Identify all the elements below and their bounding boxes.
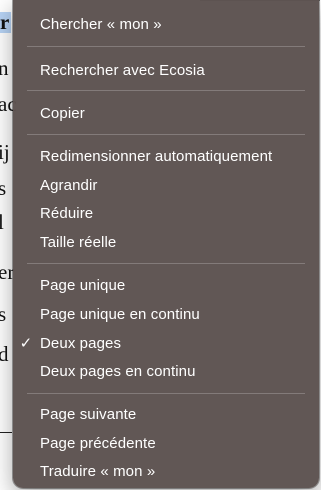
menu-item-translate-word[interactable]: Traduire « mon » xyxy=(13,457,319,485)
document-text-line: s xyxy=(0,176,7,200)
menu-item-previous-page[interactable]: Page précédente xyxy=(13,429,319,457)
menu-separator xyxy=(27,46,305,47)
menu-item-label: Page unique xyxy=(40,276,126,294)
menu-separator xyxy=(27,263,305,264)
menu-item-actual-size[interactable]: Taille réelle xyxy=(13,228,319,256)
menu-item-label: Page suivante xyxy=(40,405,137,423)
menu-item-label: Chercher « mon » xyxy=(40,15,162,33)
document-text-line: d xyxy=(0,342,9,366)
menu-item-two-pages[interactable]: ✓ Deux pages xyxy=(13,329,319,357)
menu-item-auto-resize[interactable]: Redimensionner automatiquement xyxy=(13,142,319,170)
document-text-line: l xyxy=(0,210,4,234)
checkmark-icon: ✓ xyxy=(19,335,33,352)
document-text-line: n xyxy=(0,56,9,80)
menu-separator xyxy=(27,393,305,394)
menu-item-label: Page précédente xyxy=(40,434,156,452)
document-text-line: ij xyxy=(0,140,10,164)
menu-item-label: Réduire xyxy=(40,204,94,222)
menu-item-label: Taille réelle xyxy=(40,233,117,251)
menu-item-zoom-out[interactable]: Réduire xyxy=(13,199,319,227)
selected-word-fragment[interactable]: r xyxy=(0,12,12,33)
menu-item-single-page-continuous[interactable]: Page unique en continu xyxy=(13,300,319,328)
menu-item-zoom-in[interactable]: Agrandir xyxy=(13,171,319,199)
context-menu: Chercher « mon » Rechercher avec Ecosia … xyxy=(13,0,319,488)
menu-item-label: Page unique en continu xyxy=(40,305,200,323)
menu-item-label: Rechercher avec Ecosia xyxy=(40,61,205,79)
menu-separator xyxy=(27,134,305,135)
menu-item-label: Copier xyxy=(40,104,85,122)
menu-item-label: Agrandir xyxy=(40,176,98,194)
menu-item-next-page[interactable]: Page suivante xyxy=(13,400,319,428)
menu-item-label: Deux pages xyxy=(40,334,122,352)
menu-item-copy[interactable]: Copier xyxy=(13,99,319,127)
menu-item-single-page[interactable]: Page unique xyxy=(13,271,319,299)
menu-item-two-pages-continuous[interactable]: Deux pages en continu xyxy=(13,357,319,385)
document-text-line: s xyxy=(0,302,7,326)
menu-item-search-word[interactable]: Chercher « mon » xyxy=(13,10,319,38)
menu-item-label: Redimensionner automatiquement xyxy=(40,147,273,165)
menu-separator xyxy=(27,90,305,91)
menu-item-search-ecosia[interactable]: Rechercher avec Ecosia xyxy=(13,56,319,84)
menu-item-label: Deux pages en continu xyxy=(40,362,196,380)
document-rule xyxy=(0,432,12,433)
menu-item-label: Traduire « mon » xyxy=(40,462,156,480)
